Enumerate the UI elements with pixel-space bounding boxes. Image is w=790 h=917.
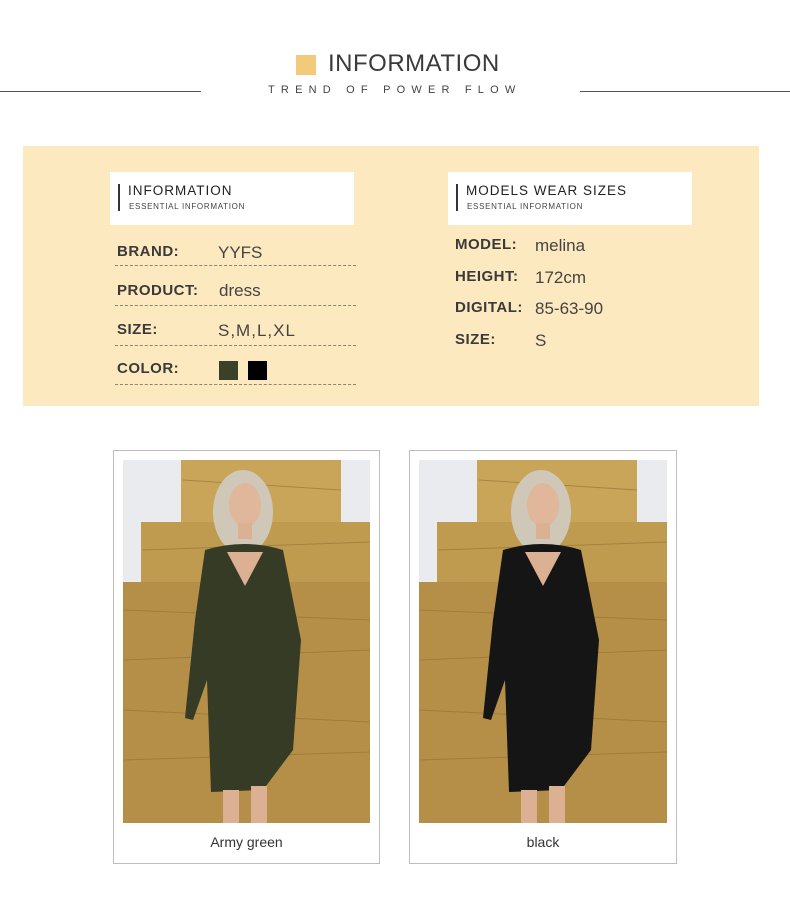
product-value: dress [219, 281, 261, 300]
model-size-label: SIZE: [455, 331, 496, 348]
row-divider [115, 305, 356, 306]
product-label: PRODUCT: [117, 282, 199, 299]
color-swatch-army-green[interactable] [219, 361, 238, 380]
card-subtitle: ESSENTIAL INFORMATION [467, 202, 584, 211]
row-divider [115, 384, 356, 385]
product-photo-army-green [123, 460, 370, 823]
brand-value: YYFS [218, 243, 263, 262]
header-accent-square [296, 55, 316, 75]
product-photo-card[interactable]: black [409, 450, 677, 864]
size-label: SIZE: [117, 321, 158, 338]
model-illustration [123, 460, 370, 823]
height-value: 172cm [535, 268, 587, 287]
info-card: INFORMATION ESSENTIAL INFORMATION [110, 172, 354, 225]
card-title: INFORMATION [128, 183, 233, 198]
header-divider-left [0, 91, 201, 92]
height-label: HEIGHT: [455, 268, 519, 285]
model-value: melina [535, 236, 586, 255]
model-size-value: S [535, 331, 547, 350]
section-title: INFORMATION [328, 50, 500, 77]
color-swatch-black[interactable] [248, 361, 267, 380]
digital-value: 85-63-90 [535, 299, 604, 318]
size-value: S,M,L,XL [218, 321, 296, 340]
color-label: COLOR: [117, 360, 180, 377]
photo-caption: Army green [210, 834, 283, 850]
card-subtitle: ESSENTIAL INFORMATION [129, 202, 246, 211]
card-accent-bar [118, 184, 120, 211]
product-photo-card[interactable]: Army green [113, 450, 380, 864]
section-subtitle: TREND OF POWER FLOW [268, 84, 522, 96]
header-divider-right [580, 91, 790, 92]
model-card: MODELS WEAR SIZES ESSENTIAL INFORMATION [448, 172, 692, 225]
row-divider [115, 265, 356, 266]
model-label: MODEL: [455, 236, 518, 253]
card-accent-bar [456, 184, 458, 211]
brand-label: BRAND: [117, 243, 180, 260]
card-title: MODELS WEAR SIZES [466, 183, 628, 198]
digital-label: DIGITAL: [455, 299, 523, 316]
row-divider [115, 345, 356, 346]
product-photo-black [419, 460, 667, 823]
model-illustration [419, 460, 667, 823]
photo-caption: black [526, 834, 560, 850]
